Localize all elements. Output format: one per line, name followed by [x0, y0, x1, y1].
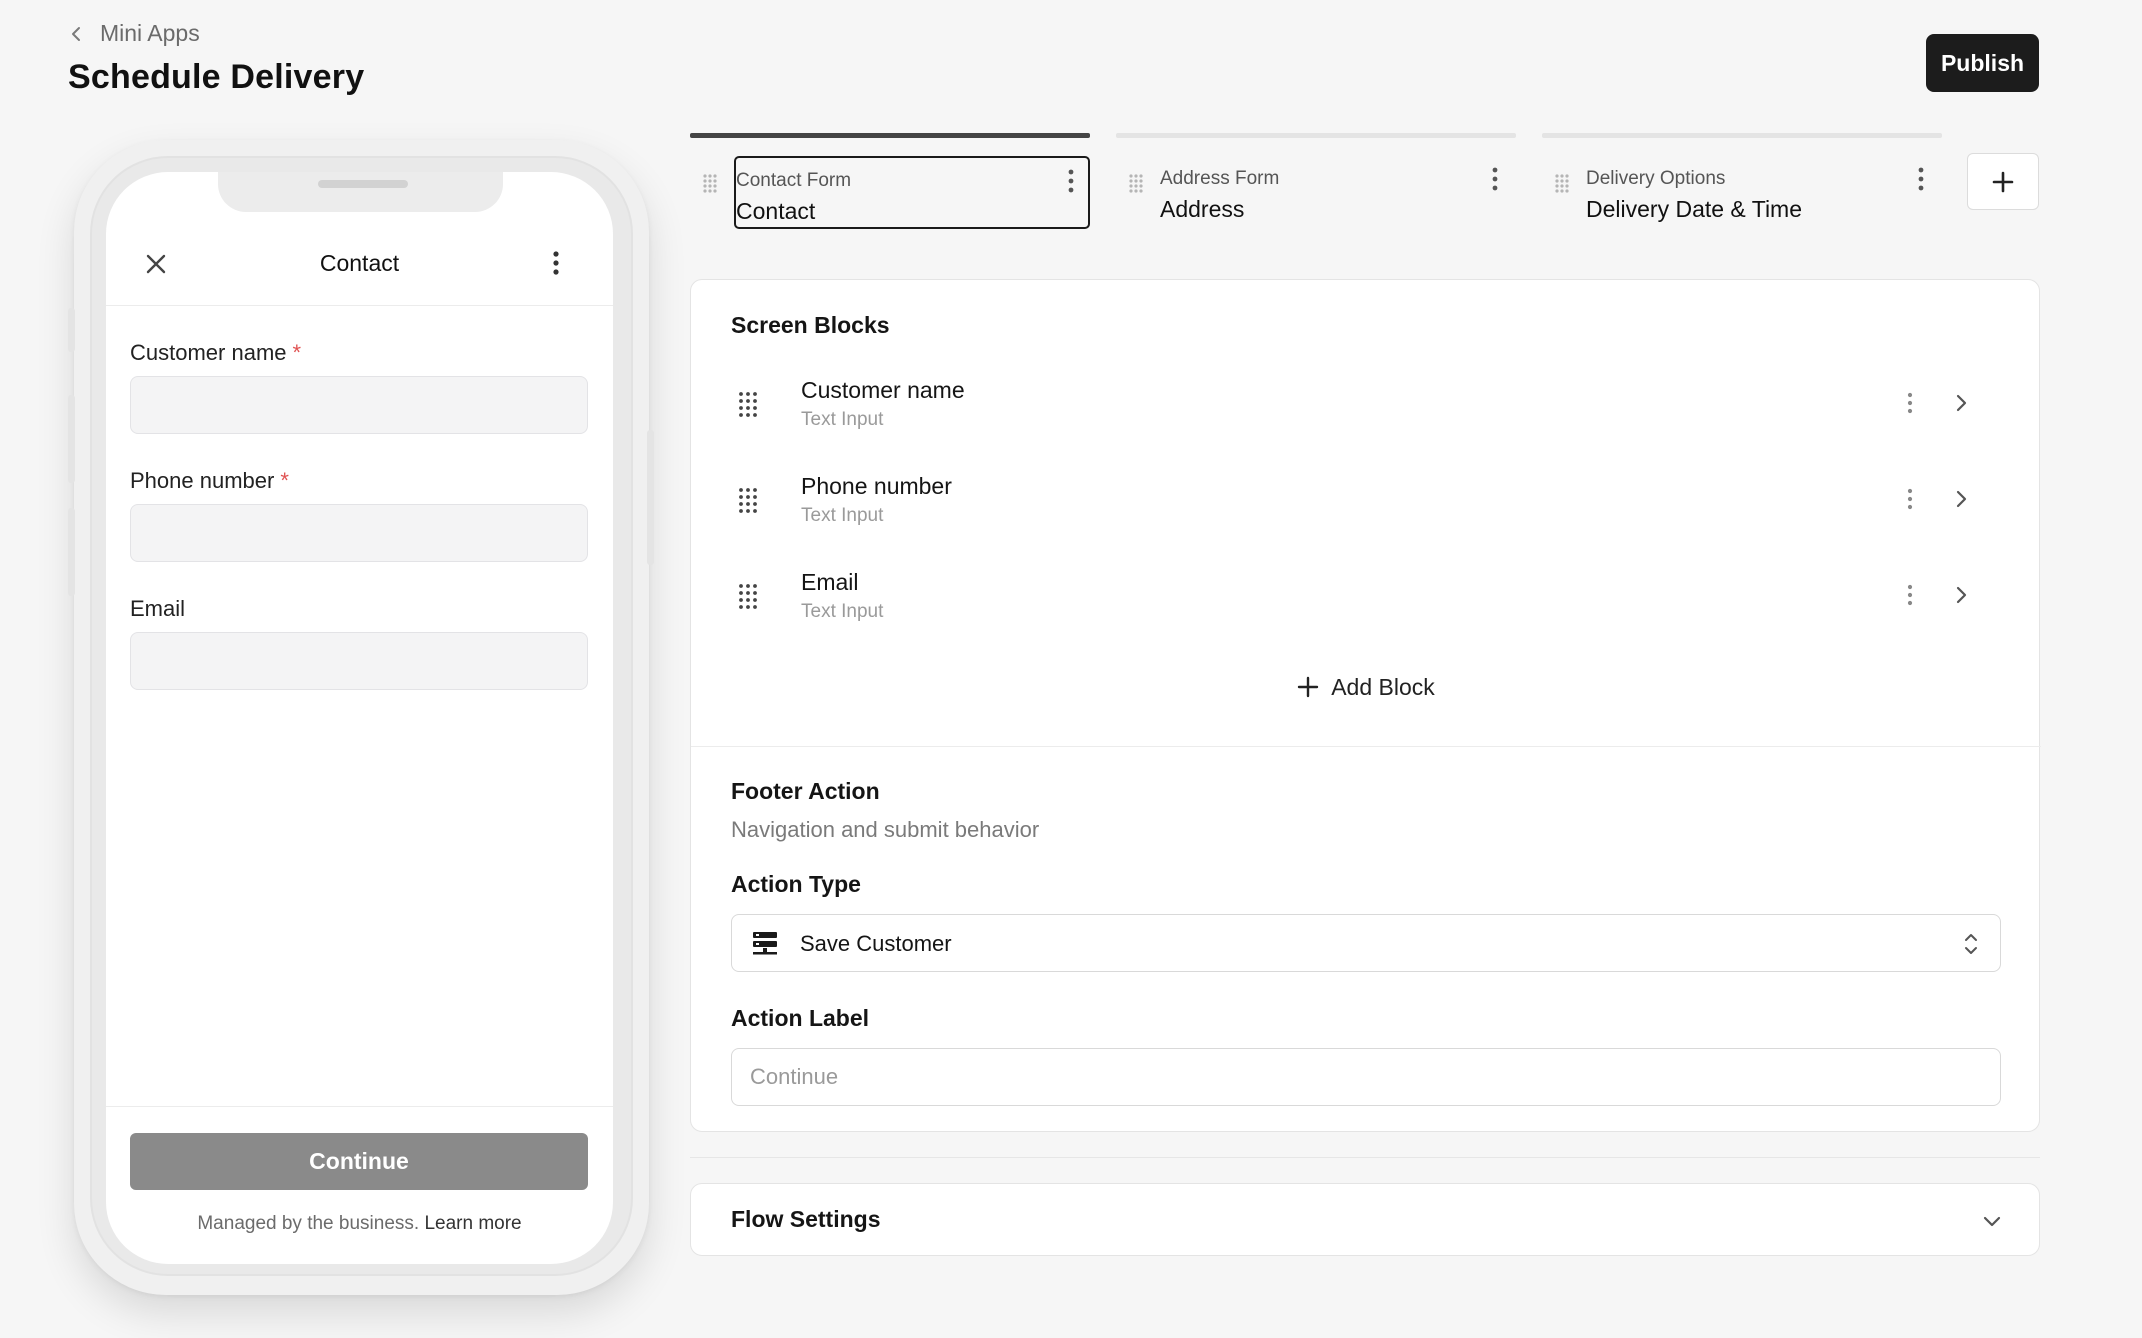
continue-button[interactable]: Continue — [130, 1133, 588, 1190]
required-mark: * — [292, 340, 302, 365]
action-label-input[interactable] — [731, 1048, 2001, 1106]
tab-name: Delivery Date & Time — [1586, 196, 1803, 222]
add-block-button[interactable]: Add Block — [691, 674, 2041, 701]
required-mark: * — [280, 468, 289, 493]
plus-icon — [1992, 171, 2014, 192]
action-type-value: Save Customer — [800, 931, 952, 956]
chevron-right-icon[interactable] — [1951, 489, 1971, 509]
back-link[interactable]: Mini Apps — [68, 20, 200, 47]
tab-kicker: Contact Form — [736, 170, 852, 191]
email-label: Email — [130, 596, 186, 621]
publish-button[interactable]: Publish — [1926, 34, 2039, 92]
more-vertical-icon[interactable] — [1906, 487, 1914, 511]
footer-action-subtitle: Navigation and submit behavior — [731, 817, 1040, 842]
tab-kicker: Address Form — [1160, 168, 1280, 189]
managed-notice: Managed by the business. Learn more — [106, 1213, 613, 1235]
tab-kicker: Delivery Options — [1586, 168, 1726, 189]
block-row-customer-name[interactable]: Customer name Text Input — [691, 359, 2041, 455]
screen-editor-panel: Screen Blocks Customer name Text Input P… — [690, 279, 2041, 1132]
notch-speaker — [318, 180, 408, 188]
page-title: Schedule Delivery — [68, 58, 365, 96]
more-vertical-icon[interactable] — [1916, 166, 1926, 192]
drag-handle-icon[interactable] — [738, 487, 758, 513]
drag-handle-icon[interactable] — [1554, 173, 1570, 195]
chevron-left-icon — [72, 26, 80, 41]
more-vertical-icon[interactable] — [1906, 583, 1914, 607]
tab-progress-bar — [690, 133, 1090, 138]
managed-text: Managed by the business. — [197, 1213, 420, 1234]
block-type: Text Input — [801, 409, 884, 430]
tab-progress-bar — [1542, 133, 1942, 138]
preview-header: Contact — [106, 222, 613, 306]
add-screen-button[interactable] — [1967, 153, 2039, 210]
phone-side-button — [68, 508, 75, 596]
action-label-label: Action Label — [731, 1005, 870, 1031]
phone-number-input[interactable] — [130, 504, 588, 562]
field-label-text: Customer name — [130, 340, 287, 365]
server-icon — [753, 932, 777, 955]
block-name: Email — [801, 569, 859, 595]
customer-name-label: Customer name * — [130, 340, 301, 366]
tab-box: Delivery Options Delivery Date & Time — [1586, 156, 1942, 229]
drag-handle-icon[interactable] — [702, 173, 718, 195]
drag-handle-icon[interactable] — [738, 391, 758, 417]
phone-notch — [218, 172, 503, 212]
chevron-right-icon[interactable] — [1951, 393, 1971, 413]
block-row-phone-number[interactable]: Phone number Text Input — [691, 455, 2041, 551]
tab-box: Address Form Address — [1160, 156, 1516, 229]
phone-screen: Contact Customer name * Phone number * Ema… — [106, 172, 613, 1264]
panel-separator — [690, 1157, 2040, 1158]
block-name: Phone number — [801, 473, 952, 499]
drag-handle-icon[interactable] — [738, 583, 758, 609]
more-vertical-icon[interactable] — [1066, 168, 1076, 194]
section-divider — [691, 746, 2041, 747]
tab-name: Contact — [736, 198, 816, 224]
back-link-label: Mini Apps — [100, 20, 200, 46]
tab-address[interactable]: Address Form Address — [1116, 133, 1516, 229]
chevron-right-icon[interactable] — [1951, 585, 1971, 605]
tab-contact[interactable]: Contact Form Contact — [690, 133, 1090, 229]
tab-delivery-options[interactable]: Delivery Options Delivery Date & Time — [1542, 133, 1942, 229]
phone-number-label: Phone number * — [130, 468, 289, 494]
chevron-down-icon[interactable] — [1981, 1210, 2003, 1232]
flow-settings-panel[interactable]: Flow Settings — [690, 1183, 2040, 1256]
chevron-up-down-icon — [1965, 934, 1977, 954]
preview-screen-title: Contact — [319, 250, 400, 276]
add-block-label: Add Block — [1331, 674, 1435, 700]
phone-side-button — [68, 395, 75, 483]
tab-name: Address — [1160, 196, 1245, 222]
block-type: Text Input — [801, 601, 884, 622]
tab-box: Contact Form Contact — [734, 156, 1090, 229]
block-row-email[interactable]: Email Text Input — [691, 551, 2041, 647]
preview-footer: Continue Managed by the business. Learn … — [106, 1106, 613, 1264]
block-type: Text Input — [801, 505, 884, 526]
drag-handle-icon[interactable] — [1128, 173, 1144, 195]
customer-name-input[interactable] — [130, 376, 588, 434]
screen-blocks-title: Screen Blocks — [731, 312, 890, 338]
more-vertical-icon[interactable] — [1490, 166, 1500, 192]
more-vertical-icon[interactable] — [1906, 391, 1914, 415]
plus-icon — [1298, 676, 1319, 698]
flow-settings-title: Flow Settings — [731, 1206, 881, 1232]
action-type-label: Action Type — [731, 871, 861, 897]
field-label-text: Phone number — [130, 468, 275, 493]
footer-action-title: Footer Action — [731, 778, 880, 804]
phone-side-button — [68, 308, 75, 352]
more-vertical-icon[interactable] — [551, 250, 561, 276]
email-input[interactable] — [130, 632, 588, 690]
learn-more-link[interactable]: Learn more — [424, 1213, 521, 1234]
page: Mini Apps Schedule Delivery Publish Cont… — [0, 0, 2142, 1338]
action-type-select[interactable]: Save Customer — [731, 914, 2001, 972]
phone-side-button — [647, 430, 654, 565]
tab-progress-bar — [1116, 133, 1516, 138]
block-name: Customer name — [801, 377, 965, 403]
